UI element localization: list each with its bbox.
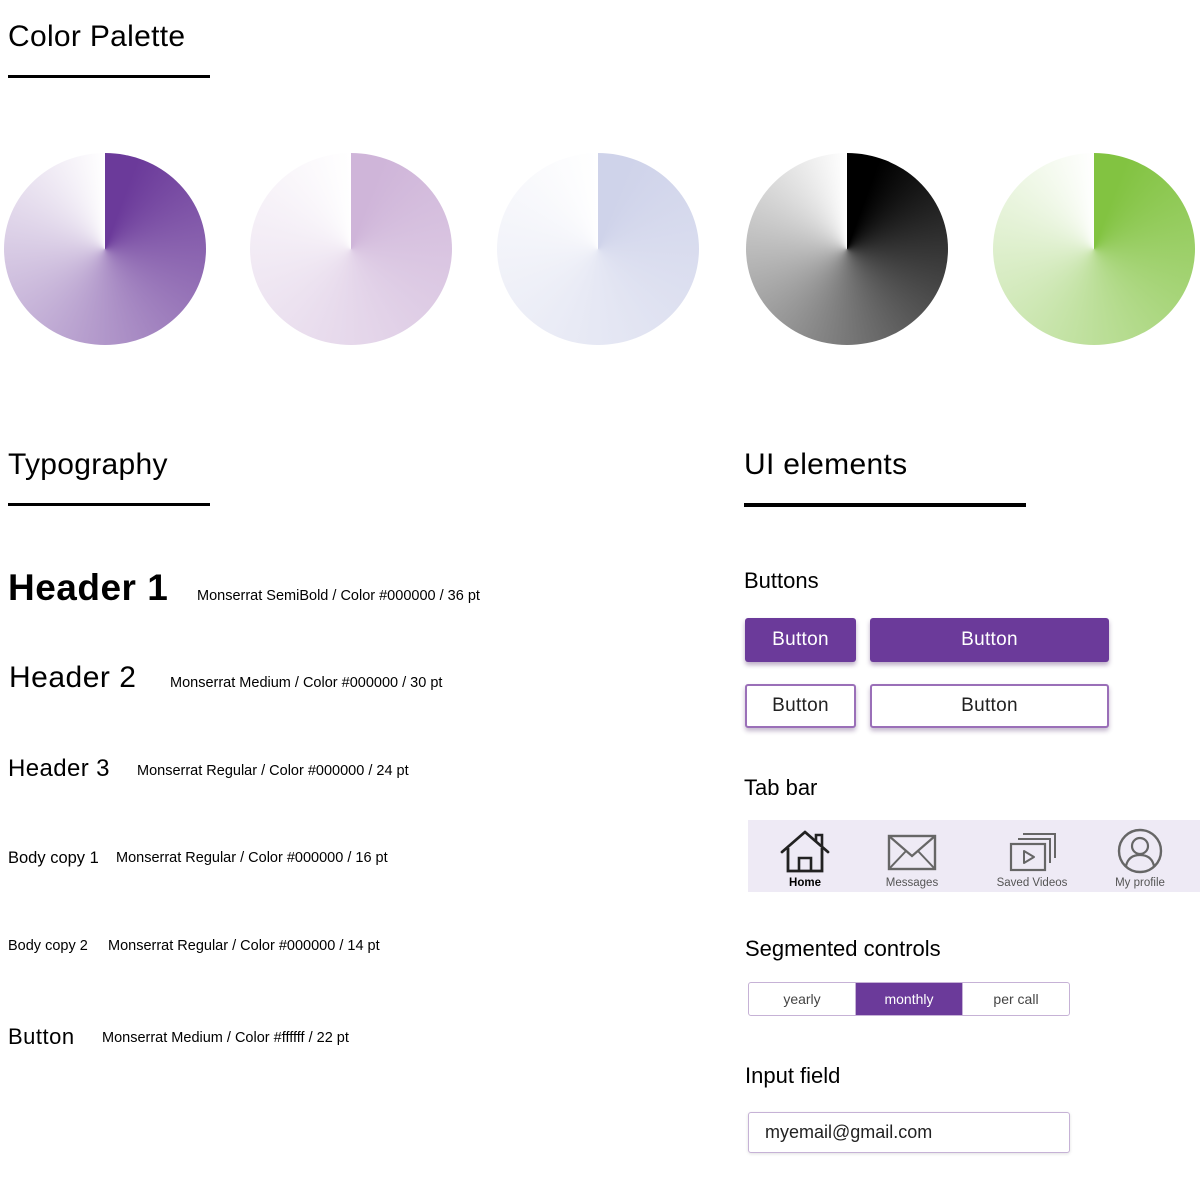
outline-button-small[interactable]: Button <box>745 684 856 728</box>
tab-home[interactable]: Home <box>750 820 860 892</box>
typography-title: Typography <box>8 448 168 481</box>
outline-button-large[interactable]: Button <box>870 684 1109 728</box>
swatch-lavender <box>497 153 699 345</box>
ui-elements-underline <box>744 503 1026 507</box>
color-palette-title: Color Palette <box>8 20 186 53</box>
tab-label-my-profile: My profile <box>1115 877 1165 889</box>
tab-my-profile[interactable]: My profile <box>1085 820 1195 892</box>
home-icon <box>780 830 830 873</box>
tab-label-saved-videos: Saved Videos <box>996 877 1068 889</box>
profile-icon <box>1117 828 1163 874</box>
header-3-spec: Monserrat Regular / Color #000000 / 24 p… <box>137 763 409 779</box>
segmented-control: yearly monthly per call <box>748 982 1070 1016</box>
tab-bar-subtitle: Tab bar <box>744 775 818 800</box>
ui-elements-title: UI elements <box>744 448 908 481</box>
header-1-sample: Header 1 <box>8 567 169 608</box>
input-field-subtitle: Input field <box>745 1063 841 1088</box>
filled-button-small[interactable]: Button <box>745 618 856 662</box>
segment-per-call[interactable]: per call <box>962 983 1069 1015</box>
swatch-black <box>746 153 948 345</box>
button-type-sample: Button <box>8 1024 75 1049</box>
header-2-spec: Monserrat Medium / Color #000000 / 30 pt <box>170 675 443 691</box>
envelope-icon <box>887 834 937 871</box>
body-copy-1-spec: Monserrat Regular / Color #000000 / 16 p… <box>116 850 388 866</box>
swatch-purple <box>4 153 206 345</box>
segment-monthly[interactable]: monthly <box>855 983 962 1015</box>
email-input[interactable] <box>748 1112 1070 1153</box>
typography-underline <box>8 503 210 506</box>
tab-messages[interactable]: Messages <box>857 820 967 892</box>
swatch-green <box>993 153 1195 345</box>
body-copy-2-spec: Monserrat Regular / Color #000000 / 14 p… <box>108 938 380 954</box>
header-1-spec: Monserrat SemiBold / Color #000000 / 36 … <box>197 588 480 604</box>
color-palette-underline <box>8 75 210 78</box>
segmented-controls-subtitle: Segmented controls <box>745 936 941 961</box>
body-copy-2-sample: Body copy 2 <box>8 938 88 954</box>
tab-saved-videos[interactable]: Saved Videos <box>977 820 1087 892</box>
tab-bar: Home Messages Saved Videos My profile <box>748 820 1200 892</box>
header-3-sample: Header 3 <box>8 755 110 782</box>
button-type-spec: Monserrat Medium / Color #ffffff / 22 pt <box>102 1030 349 1046</box>
saved-videos-icon <box>1009 833 1056 872</box>
tab-label-home: Home <box>789 877 821 889</box>
body-copy-1-sample: Body copy 1 <box>8 849 99 867</box>
swatch-lilac <box>250 153 452 345</box>
filled-button-large[interactable]: Button <box>870 618 1109 662</box>
tab-label-messages: Messages <box>885 877 939 889</box>
segment-yearly[interactable]: yearly <box>749 983 855 1015</box>
buttons-subtitle: Buttons <box>744 568 819 593</box>
header-2-sample: Header 2 <box>9 661 137 694</box>
